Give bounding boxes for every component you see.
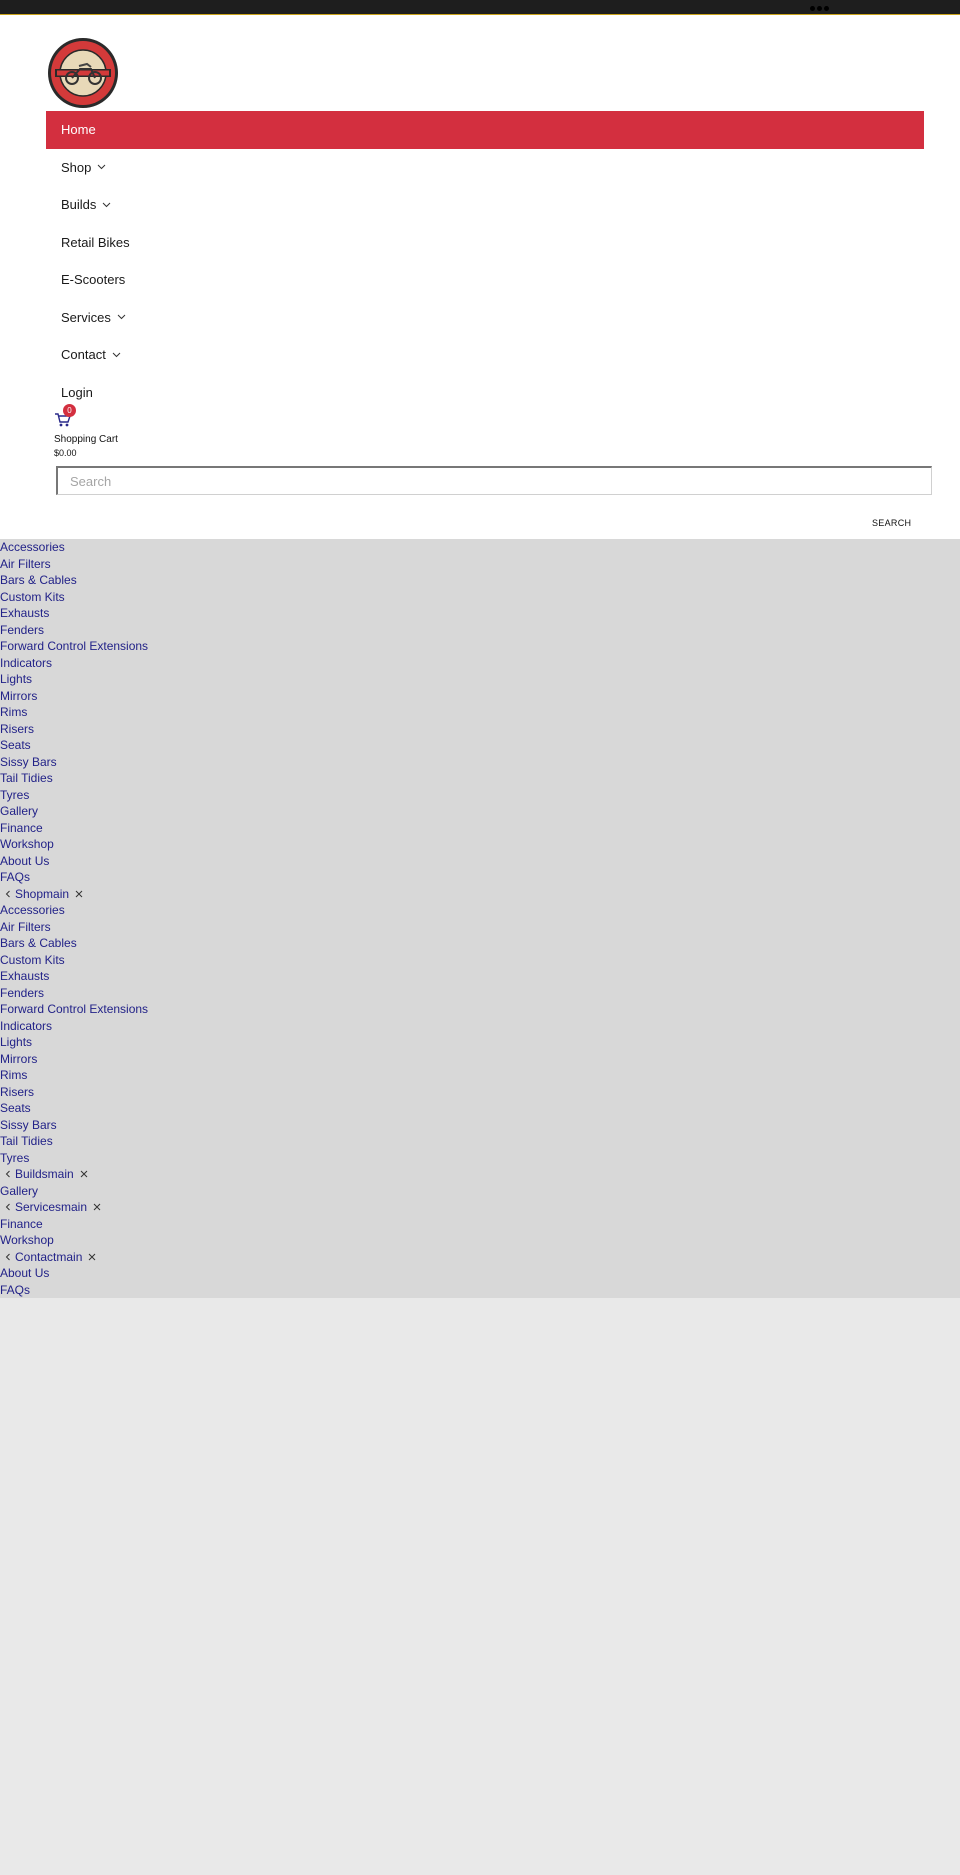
nav-item-e-scooters[interactable]: E-Scooters (46, 261, 924, 299)
close-icon[interactable] (80, 1170, 88, 1178)
submenu-header: Shopmain (0, 886, 960, 903)
menu-link[interactable]: About Us (0, 1265, 960, 1282)
nav-item-label: Login (61, 384, 93, 400)
cart-icon[interactable]: 0 (54, 404, 76, 430)
chevron-left-icon[interactable] (4, 1253, 12, 1261)
nav-item-label: Contact (61, 347, 106, 363)
menu-link[interactable]: FAQs (0, 869, 960, 886)
menu-link[interactable]: Tyres (0, 1150, 960, 1167)
menu-link[interactable]: Workshop (0, 1232, 960, 1249)
menu-link[interactable]: Air Filters (0, 556, 960, 573)
nav-item-contact[interactable]: Contact (46, 336, 924, 374)
nav-item-label: Builds (61, 197, 97, 213)
menu-link[interactable]: Accessories (0, 902, 960, 919)
menu-link[interactable]: Custom Kits (0, 952, 960, 969)
menu-link[interactable]: Seats (0, 737, 960, 754)
menu-link[interactable]: Tail Tidies (0, 1133, 960, 1150)
menu-link[interactable]: Mirrors (0, 1051, 960, 1068)
menu-link[interactable]: Lights (0, 671, 960, 688)
chevron-left-icon[interactable] (4, 1170, 12, 1178)
submenu-title[interactable]: Contactmain (15, 1249, 82, 1266)
menu-link[interactable]: Finance (0, 820, 960, 837)
nav-item-services[interactable]: Services (46, 299, 924, 337)
menu-link[interactable]: Accessories (0, 539, 960, 556)
nav-item-home[interactable]: Home (46, 111, 924, 149)
chevron-down-icon[interactable] (117, 314, 126, 320)
nav-item-retail-bikes[interactable]: Retail Bikes (46, 224, 924, 262)
nav-item-label: Retail Bikes (61, 234, 130, 250)
close-icon[interactable] (93, 1203, 101, 1211)
menu-link[interactable]: Fenders (0, 622, 960, 639)
menu-link[interactable]: Exhausts (0, 968, 960, 985)
cart-total: $0.00 (54, 448, 77, 458)
cart-label[interactable]: Shopping Cart (54, 434, 118, 445)
menu-link[interactable]: Sissy Bars (0, 1117, 960, 1134)
submenu-title[interactable]: Buildsmain (15, 1166, 74, 1183)
menu-link[interactable]: Gallery (0, 1183, 960, 1200)
chevron-left-icon[interactable] (4, 890, 12, 898)
menu-link[interactable]: Rims (0, 704, 960, 721)
menu-link[interactable]: Workshop (0, 836, 960, 853)
submenu-header: Servicesmain (0, 1199, 960, 1216)
menu-link[interactable]: Risers (0, 1084, 960, 1101)
submenu-title[interactable]: Servicesmain (15, 1199, 87, 1216)
close-icon[interactable] (88, 1253, 96, 1261)
menu-link[interactable]: Bars & Cables (0, 935, 960, 952)
menu-link[interactable]: Tyres (0, 787, 960, 804)
nav-item-label: Home (61, 122, 96, 138)
menu-link[interactable]: Custom Kits (0, 589, 960, 606)
chevron-down-icon[interactable] (97, 164, 106, 170)
menu-link[interactable]: Mirrors (0, 688, 960, 705)
submenu-header: Buildsmain (0, 1166, 960, 1183)
menu-link[interactable]: Fenders (0, 985, 960, 1002)
menu-link[interactable]: Rims (0, 1067, 960, 1084)
site-logo[interactable] (47, 37, 119, 109)
search-button[interactable]: SEARCH (872, 518, 911, 528)
menu-link[interactable]: Indicators (0, 1018, 960, 1035)
nav-item-login[interactable]: Login (46, 374, 924, 412)
menu-link[interactable]: Finance (0, 1216, 960, 1233)
main-nav: Home Shop Builds Retail Bikes E-Scooters Serv… (46, 111, 924, 411)
chevron-down-icon[interactable] (102, 202, 111, 208)
nav-item-label: Shop (61, 159, 92, 175)
nav-item-label: Services (61, 309, 111, 325)
submenu-header: Contactmain (0, 1249, 960, 1266)
top-bar (0, 0, 960, 15)
submenu-title[interactable]: Shopmain (15, 886, 69, 903)
menu-link[interactable]: Risers (0, 721, 960, 738)
menu-link[interactable]: Air Filters (0, 919, 960, 936)
menu-link[interactable]: Forward Control Extensions (0, 638, 960, 655)
menu-link[interactable]: Gallery (0, 803, 960, 820)
search-input[interactable] (56, 466, 932, 495)
chevron-down-icon[interactable] (112, 352, 121, 358)
menu-link[interactable]: Seats (0, 1100, 960, 1117)
menu-link[interactable]: Bars & Cables (0, 572, 960, 589)
menu-link[interactable]: Forward Control Extensions (0, 1001, 960, 1018)
cart-count-badge: 0 (63, 404, 76, 417)
menu-link[interactable]: Exhausts (0, 605, 960, 622)
mobile-menu: Accessories Air Filters Bars & Cables Custo… (0, 539, 960, 1298)
menu-link[interactable]: Tail Tidies (0, 770, 960, 787)
nav-item-label: E-Scooters (61, 272, 126, 288)
more-icon[interactable] (810, 6, 829, 11)
chevron-left-icon[interactable] (4, 1203, 12, 1211)
close-icon[interactable] (75, 890, 83, 898)
menu-link[interactable]: Indicators (0, 655, 960, 672)
menu-link[interactable]: Sissy Bars (0, 754, 960, 771)
shopping-cart[interactable]: 0 Shopping Cart $0.00 (54, 404, 118, 458)
menu-link[interactable]: FAQs (0, 1282, 960, 1299)
nav-item-builds[interactable]: Builds (46, 186, 924, 224)
nav-item-shop[interactable]: Shop (46, 149, 924, 187)
menu-link[interactable]: About Us (0, 853, 960, 870)
menu-link[interactable]: Lights (0, 1034, 960, 1051)
site-header: Home Shop Builds Retail Bikes E-Scooters Serv… (0, 15, 960, 539)
